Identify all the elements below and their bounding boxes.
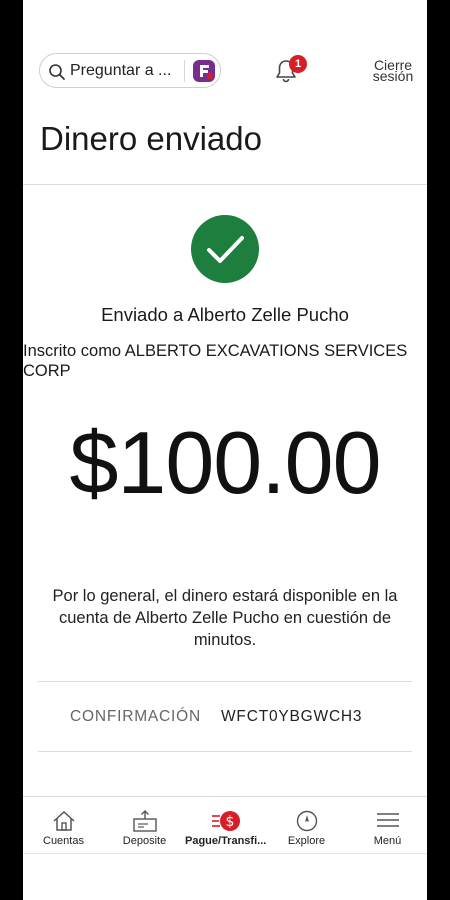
search-icon xyxy=(49,64,65,80)
divider xyxy=(23,184,427,185)
search-bar[interactable]: Preguntar a ... xyxy=(39,53,221,88)
confirmation-code: WFCT0YBGWCH3 xyxy=(221,708,363,725)
search-input[interactable]: Preguntar a ... xyxy=(70,62,171,80)
signout-button[interactable]: Cierre sesión xyxy=(363,58,423,84)
search-divider xyxy=(184,60,185,82)
nav-item-cuentas[interactable]: Cuentas xyxy=(23,797,104,853)
notification-badge: 1 xyxy=(289,55,307,73)
svg-text:$: $ xyxy=(225,814,234,830)
nav-item-label: Pague/Transfi... xyxy=(185,835,267,847)
nav-item-label: Cuentas xyxy=(43,835,84,847)
confirmation-label: CONFIRMACIÓN xyxy=(70,708,202,725)
bottom-nav: Cuentas Deposite $ Pague/Transfi... Expl… xyxy=(23,796,427,853)
nav-item-menu[interactable]: Menú xyxy=(347,797,427,853)
recipient-text: Enviado a Alberto Zelle Pucho xyxy=(101,304,349,325)
availability-note: Por lo general, el dinero estará disponi… xyxy=(37,585,413,651)
enrolled-as-line2: CORP xyxy=(23,362,71,380)
nav-item-pague-transfiera[interactable]: $ Pague/Transfi... xyxy=(185,797,266,853)
nav-item-label: Deposite xyxy=(122,835,167,847)
page-title: Dinero enviado xyxy=(40,120,262,157)
nav-item-label: Menú xyxy=(373,835,402,847)
availability-note-line3: minutos. xyxy=(193,631,257,649)
enrolled-as-line1: Inscrito como ALBERTO EXCAVATIONS SERVIC… xyxy=(23,342,408,360)
compass-icon xyxy=(296,810,317,832)
divider xyxy=(38,751,412,752)
fargo-assistant-icon[interactable] xyxy=(192,59,216,83)
success-check-icon xyxy=(191,215,259,283)
app-screen: Preguntar a ... 1 Cierre sesión Dinero e… xyxy=(23,0,427,900)
amount-sent: $100.00 xyxy=(69,413,381,512)
nav-item-label: Explore xyxy=(287,835,326,847)
signout-label-line2: sesión xyxy=(372,68,414,84)
availability-note-line1: Por lo general, el dinero estará disponi… xyxy=(52,587,398,605)
enrolled-as-text: Inscrito como ALBERTO EXCAVATIONS SERVIC… xyxy=(23,341,423,381)
nav-item-deposite[interactable]: Deposite xyxy=(104,797,185,853)
pay-transfer-icon: $ xyxy=(211,811,240,831)
deposit-icon xyxy=(132,810,157,832)
nav-item-explore[interactable]: Explore xyxy=(266,797,347,853)
home-icon xyxy=(52,810,75,831)
availability-note-line2: cuenta de Alberto Zelle Pucho en cuestió… xyxy=(58,609,392,627)
system-bar xyxy=(23,853,427,900)
menu-icon xyxy=(376,813,399,827)
divider xyxy=(38,681,412,682)
